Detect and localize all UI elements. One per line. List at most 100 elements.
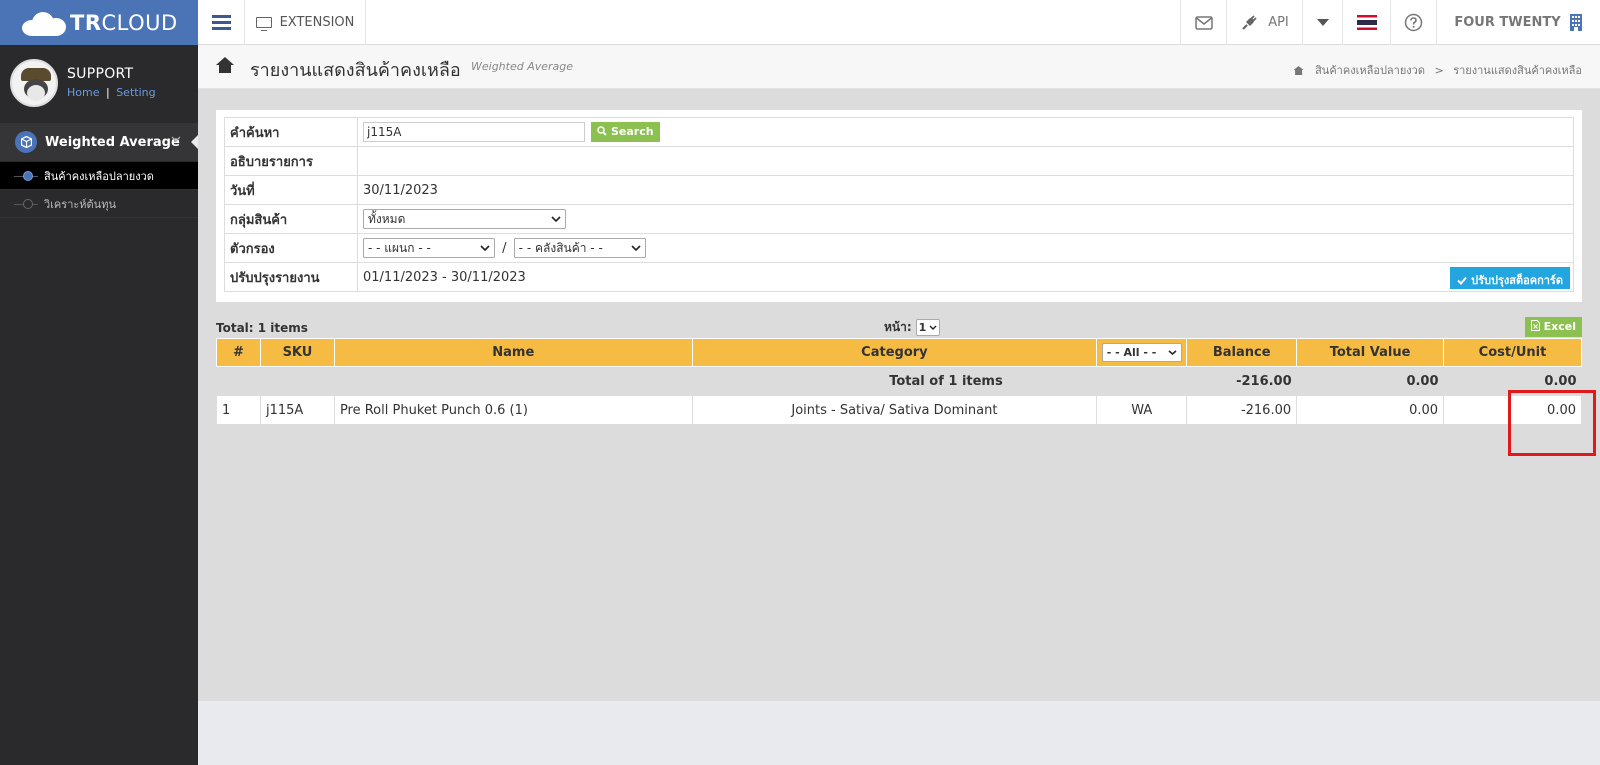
update-date-range: 01/11/2023 - 30/11/2023: [363, 269, 526, 285]
sidebar: SUPPORT Home | Setting Weighted Average …: [0, 45, 198, 765]
cloud-icon: [22, 10, 68, 36]
total-label: Total of 1 items: [216, 366, 1097, 396]
extension-button[interactable]: EXTENSION: [244, 0, 366, 45]
bullet-icon: [23, 199, 33, 209]
api-label: API: [1268, 15, 1289, 30]
monitor-icon: [255, 17, 272, 31]
filter-label: ตัวกรอง: [224, 233, 358, 263]
excel-export-button[interactable]: Excel: [1524, 317, 1582, 337]
search-button[interactable]: Search: [591, 122, 660, 142]
search-label: คำค้นหา: [224, 117, 358, 147]
product-group-label: กลุ่มสินค้า: [224, 204, 358, 234]
column-header-name: Name: [333, 338, 693, 367]
brand-name: TRCLOUD: [70, 10, 178, 35]
page-label: หน้า:: [884, 320, 912, 334]
total-balance: -216.00: [1186, 366, 1297, 396]
row-category: Joints - Sativa/ Sativa Dominant: [691, 395, 1098, 425]
column-header-total-value: Total Value: [1296, 338, 1445, 367]
page-header: รายงานแสดงสินค้าคงเหลือ Weighted Average…: [198, 45, 1600, 89]
inventory-table: # SKU Name Category - - All - - Balance …: [216, 338, 1582, 425]
api-dropdown-toggle[interactable]: [1302, 0, 1342, 45]
company-name: FOUR TWENTY: [1454, 15, 1561, 30]
bullet-icon: [23, 171, 33, 181]
chevron-down-icon: [929, 325, 937, 330]
hamburger-menu-button[interactable]: [198, 0, 244, 45]
total-value: 0.00: [1296, 366, 1444, 396]
breadcrumb-item: รายงานแสดงสินค้าคงเหลือ: [1453, 64, 1582, 77]
brand-logo[interactable]: TRCLOUD: [0, 0, 198, 45]
row-total-value: 0.00: [1296, 395, 1445, 425]
row-sku[interactable]: j115A: [259, 395, 335, 425]
filter-panel: คำค้นหา Search อธิบายรายการ วันที่ 30/11…: [216, 110, 1582, 302]
filter-separator: /: [502, 240, 507, 256]
column-header-cost-unit: Cost/Unit: [1443, 338, 1582, 367]
highlight-box: [1508, 390, 1596, 456]
profile-panel: SUPPORT Home | Setting: [0, 45, 198, 120]
date-value[interactable]: 30/11/2023: [357, 175, 1574, 205]
extension-label: EXTENSION: [279, 15, 355, 30]
column-header-sku: SKU: [259, 338, 335, 367]
thai-flag-icon: [1356, 15, 1377, 30]
company-menu[interactable]: FOUR TWENTY: [1436, 0, 1600, 45]
breadcrumb-item[interactable]: สินค้าคงเหลือปลายงวด: [1315, 64, 1425, 77]
sidebar-menu-label: Weighted Average: [45, 134, 180, 150]
update-stock-card-button[interactable]: ปรับปรุงสต็อคการ์ด: [1450, 267, 1570, 289]
description-value: [357, 146, 1574, 176]
search-icon: [597, 126, 607, 136]
table-row[interactable]: 1 j115A Pre Roll Phuket Punch 0.6 (1) Jo…: [216, 395, 1582, 425]
date-label: วันที่: [224, 175, 358, 205]
sidebar-item-label: วิเคราะห์ต้นทุน: [44, 197, 116, 211]
pagination: หน้า: 1: [884, 318, 940, 337]
list-toolbar: Total: 1 items หน้า: 1 Excel: [216, 317, 1582, 338]
column-header-balance: Balance: [1186, 338, 1298, 367]
api-button[interactable]: API: [1226, 0, 1302, 45]
home-icon[interactable]: [216, 57, 234, 73]
envelope-icon: [1194, 15, 1213, 30]
page-subtitle: Weighted Average: [471, 60, 574, 73]
avatar[interactable]: [10, 58, 58, 107]
column-header-num: #: [216, 338, 261, 367]
question-circle-icon: [1404, 13, 1423, 32]
messages-button[interactable]: [1180, 0, 1226, 45]
breadcrumb-separator: >: [1434, 64, 1444, 77]
sidebar-item-ending-inventory[interactable]: สินค้าคงเหลือปลายงวด: [0, 162, 198, 190]
method-filter-select[interactable]: - - All - -: [1101, 343, 1182, 362]
chevron-down-icon: [1168, 350, 1177, 355]
warehouse-select[interactable]: - - คลังสินค้า - -: [513, 238, 646, 258]
caret-down-icon: [1316, 18, 1329, 26]
profile-name: SUPPORT: [67, 66, 134, 82]
table-header-row: # SKU Name Category - - All - - Balance …: [216, 338, 1582, 367]
chevron-down-icon: [480, 245, 490, 251]
search-input[interactable]: [363, 122, 585, 142]
description-label: อธิบายรายการ: [224, 146, 358, 176]
cube-icon: [15, 131, 37, 153]
row-num: 1: [216, 395, 261, 425]
profile-link-separator: |: [105, 86, 110, 99]
setting-link[interactable]: Setting: [116, 86, 155, 99]
chevron-down-icon: [631, 245, 641, 251]
filter-form: คำค้นหา Search อธิบายรายการ วันที่ 30/11…: [224, 117, 1574, 292]
row-balance: -216.00: [1186, 395, 1298, 425]
file-excel-icon: [1530, 320, 1540, 331]
chevron-down-icon: [171, 134, 181, 145]
home-link[interactable]: Home: [67, 86, 99, 99]
sidebar-item-label: สินค้าคงเหลือปลายงวด: [44, 169, 154, 183]
plug-icon: [1242, 14, 1257, 30]
home-icon[interactable]: [1293, 66, 1304, 75]
row-method: WA: [1096, 395, 1188, 425]
check-icon: [1457, 276, 1468, 285]
page-title: รายงานแสดงสินค้าคงเหลือ: [250, 60, 461, 81]
page-select[interactable]: 1: [915, 319, 940, 336]
row-name: Pre Roll Phuket Punch 0.6 (1): [333, 395, 693, 425]
hamburger-icon: [211, 12, 231, 33]
product-group-select[interactable]: ทั้งหมด: [363, 209, 566, 229]
help-button[interactable]: [1390, 0, 1436, 45]
top-navbar: EXTENSION API FOUR TWENTY: [198, 0, 1600, 45]
department-select[interactable]: - - แผนก - -: [363, 238, 495, 258]
language-selector[interactable]: [1342, 0, 1390, 45]
total-items-text: Total: 1 items: [216, 321, 308, 335]
main-content: รายงานแสดงสินค้าคงเหลือ Weighted Average…: [198, 45, 1600, 701]
sidebar-menu-weighted-average[interactable]: Weighted Average: [0, 123, 198, 161]
sidebar-item-cost-analysis[interactable]: วิเคราะห์ต้นทุน: [0, 190, 198, 218]
column-header-category: Category: [691, 338, 1098, 367]
